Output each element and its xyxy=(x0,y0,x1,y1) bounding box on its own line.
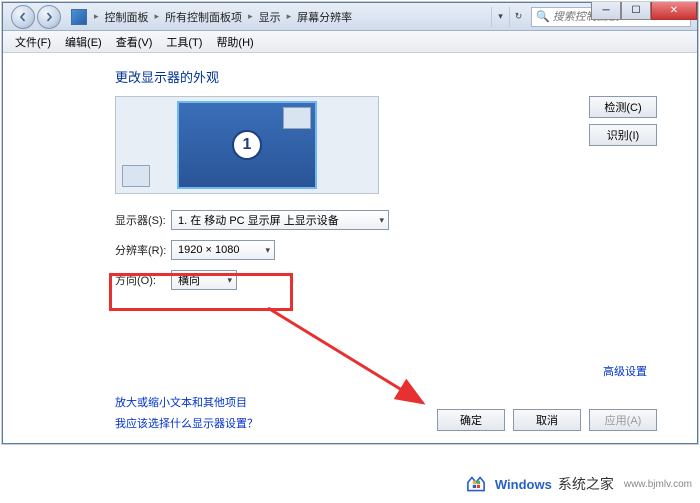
monitor-thumbnail xyxy=(122,165,150,187)
watermark-url: www.bjmlv.com xyxy=(624,479,692,490)
watermark-brand: Windows xyxy=(495,477,552,492)
crumb-control-panel[interactable]: 控制面板 xyxy=(102,8,152,26)
chevron-right-icon: ▸ xyxy=(154,11,161,22)
monitor-primary[interactable]: 1 xyxy=(177,101,317,189)
ok-button[interactable]: 确定 xyxy=(437,409,505,431)
chevron-right-icon: ▸ xyxy=(286,11,293,22)
watermark-suffix: 系统之家 xyxy=(558,474,614,494)
watermark: Windows 系统之家 www.bjmlv.com xyxy=(463,471,692,497)
cancel-button[interactable]: 取消 xyxy=(513,409,581,431)
address-dropdown-button[interactable]: ▾ xyxy=(491,7,509,27)
scale-text-link[interactable]: 放大或缩小文本和其他项目 xyxy=(115,393,258,414)
menu-tools[interactable]: 工具(T) xyxy=(160,32,208,52)
menu-edit[interactable]: 编辑(E) xyxy=(59,32,108,52)
orientation-value: 横向 xyxy=(178,272,200,288)
resolution-value: 1920 × 1080 xyxy=(178,244,239,256)
orientation-select[interactable]: 横向 xyxy=(171,270,237,290)
orientation-label: 方向(O): xyxy=(115,272,171,288)
breadcrumb: ▸ 控制面板 ▸ 所有控制面板项 ▸ 显示 ▸ 屏幕分辨率 xyxy=(93,8,355,26)
windows-logo-icon xyxy=(463,471,489,497)
search-icon: 🔍 xyxy=(536,10,550,23)
page-heading: 更改显示器的外观 xyxy=(115,67,667,86)
titlebar: ▸ 控制面板 ▸ 所有控制面板项 ▸ 显示 ▸ 屏幕分辨率 ▾ ↻ 🔍 ─ ☐ … xyxy=(3,3,697,31)
monitor-number: 1 xyxy=(232,130,262,160)
menu-view[interactable]: 查看(V) xyxy=(110,32,159,52)
resolution-select[interactable]: 1920 × 1080 xyxy=(171,240,275,260)
forward-button[interactable] xyxy=(37,5,61,29)
display-label: 显示器(S): xyxy=(115,212,171,228)
refresh-button[interactable]: ↻ xyxy=(509,7,527,27)
identify-button[interactable]: 识别(I) xyxy=(589,124,657,146)
monitor-window-icon xyxy=(283,107,311,129)
content-area: 更改显示器的外观 1 检测(C) 识别(I) 显示器(S): 1. 在 移动 P… xyxy=(3,53,697,443)
display-select[interactable]: 1. 在 移动 PC 显示屏 上显示设备 xyxy=(171,210,389,230)
crumb-all-items[interactable]: 所有控制面板项 xyxy=(162,8,245,26)
crumb-display[interactable]: 显示 xyxy=(256,8,284,26)
maximize-button[interactable]: ☐ xyxy=(621,2,651,20)
control-panel-window: ▸ 控制面板 ▸ 所有控制面板项 ▸ 显示 ▸ 屏幕分辨率 ▾ ↻ 🔍 ─ ☐ … xyxy=(2,2,698,444)
monitor-preview[interactable]: 1 xyxy=(115,96,379,194)
which-settings-link[interactable]: 我应该选择什么显示器设置？ xyxy=(115,414,258,435)
chevron-right-icon: ▸ xyxy=(247,11,254,22)
advanced-settings-link[interactable]: 高级设置 xyxy=(603,363,647,379)
back-button[interactable] xyxy=(11,5,35,29)
detect-button[interactable]: 检测(C) xyxy=(589,96,657,118)
resolution-label: 分辨率(R): xyxy=(115,242,171,258)
chevron-right-icon: ▸ xyxy=(93,11,100,22)
apply-button[interactable]: 应用(A) xyxy=(589,409,657,431)
crumb-resolution[interactable]: 屏幕分辨率 xyxy=(294,8,355,26)
close-button[interactable]: ✕ xyxy=(651,2,697,20)
menu-help[interactable]: 帮助(H) xyxy=(210,32,259,52)
address-icon xyxy=(71,9,87,25)
menu-file[interactable]: 文件(F) xyxy=(9,32,57,52)
minimize-button[interactable]: ─ xyxy=(591,2,621,20)
display-value: 1. 在 移动 PC 显示屏 上显示设备 xyxy=(178,212,339,228)
menubar: 文件(F) 编辑(E) 查看(V) 工具(T) 帮助(H) xyxy=(3,31,697,53)
